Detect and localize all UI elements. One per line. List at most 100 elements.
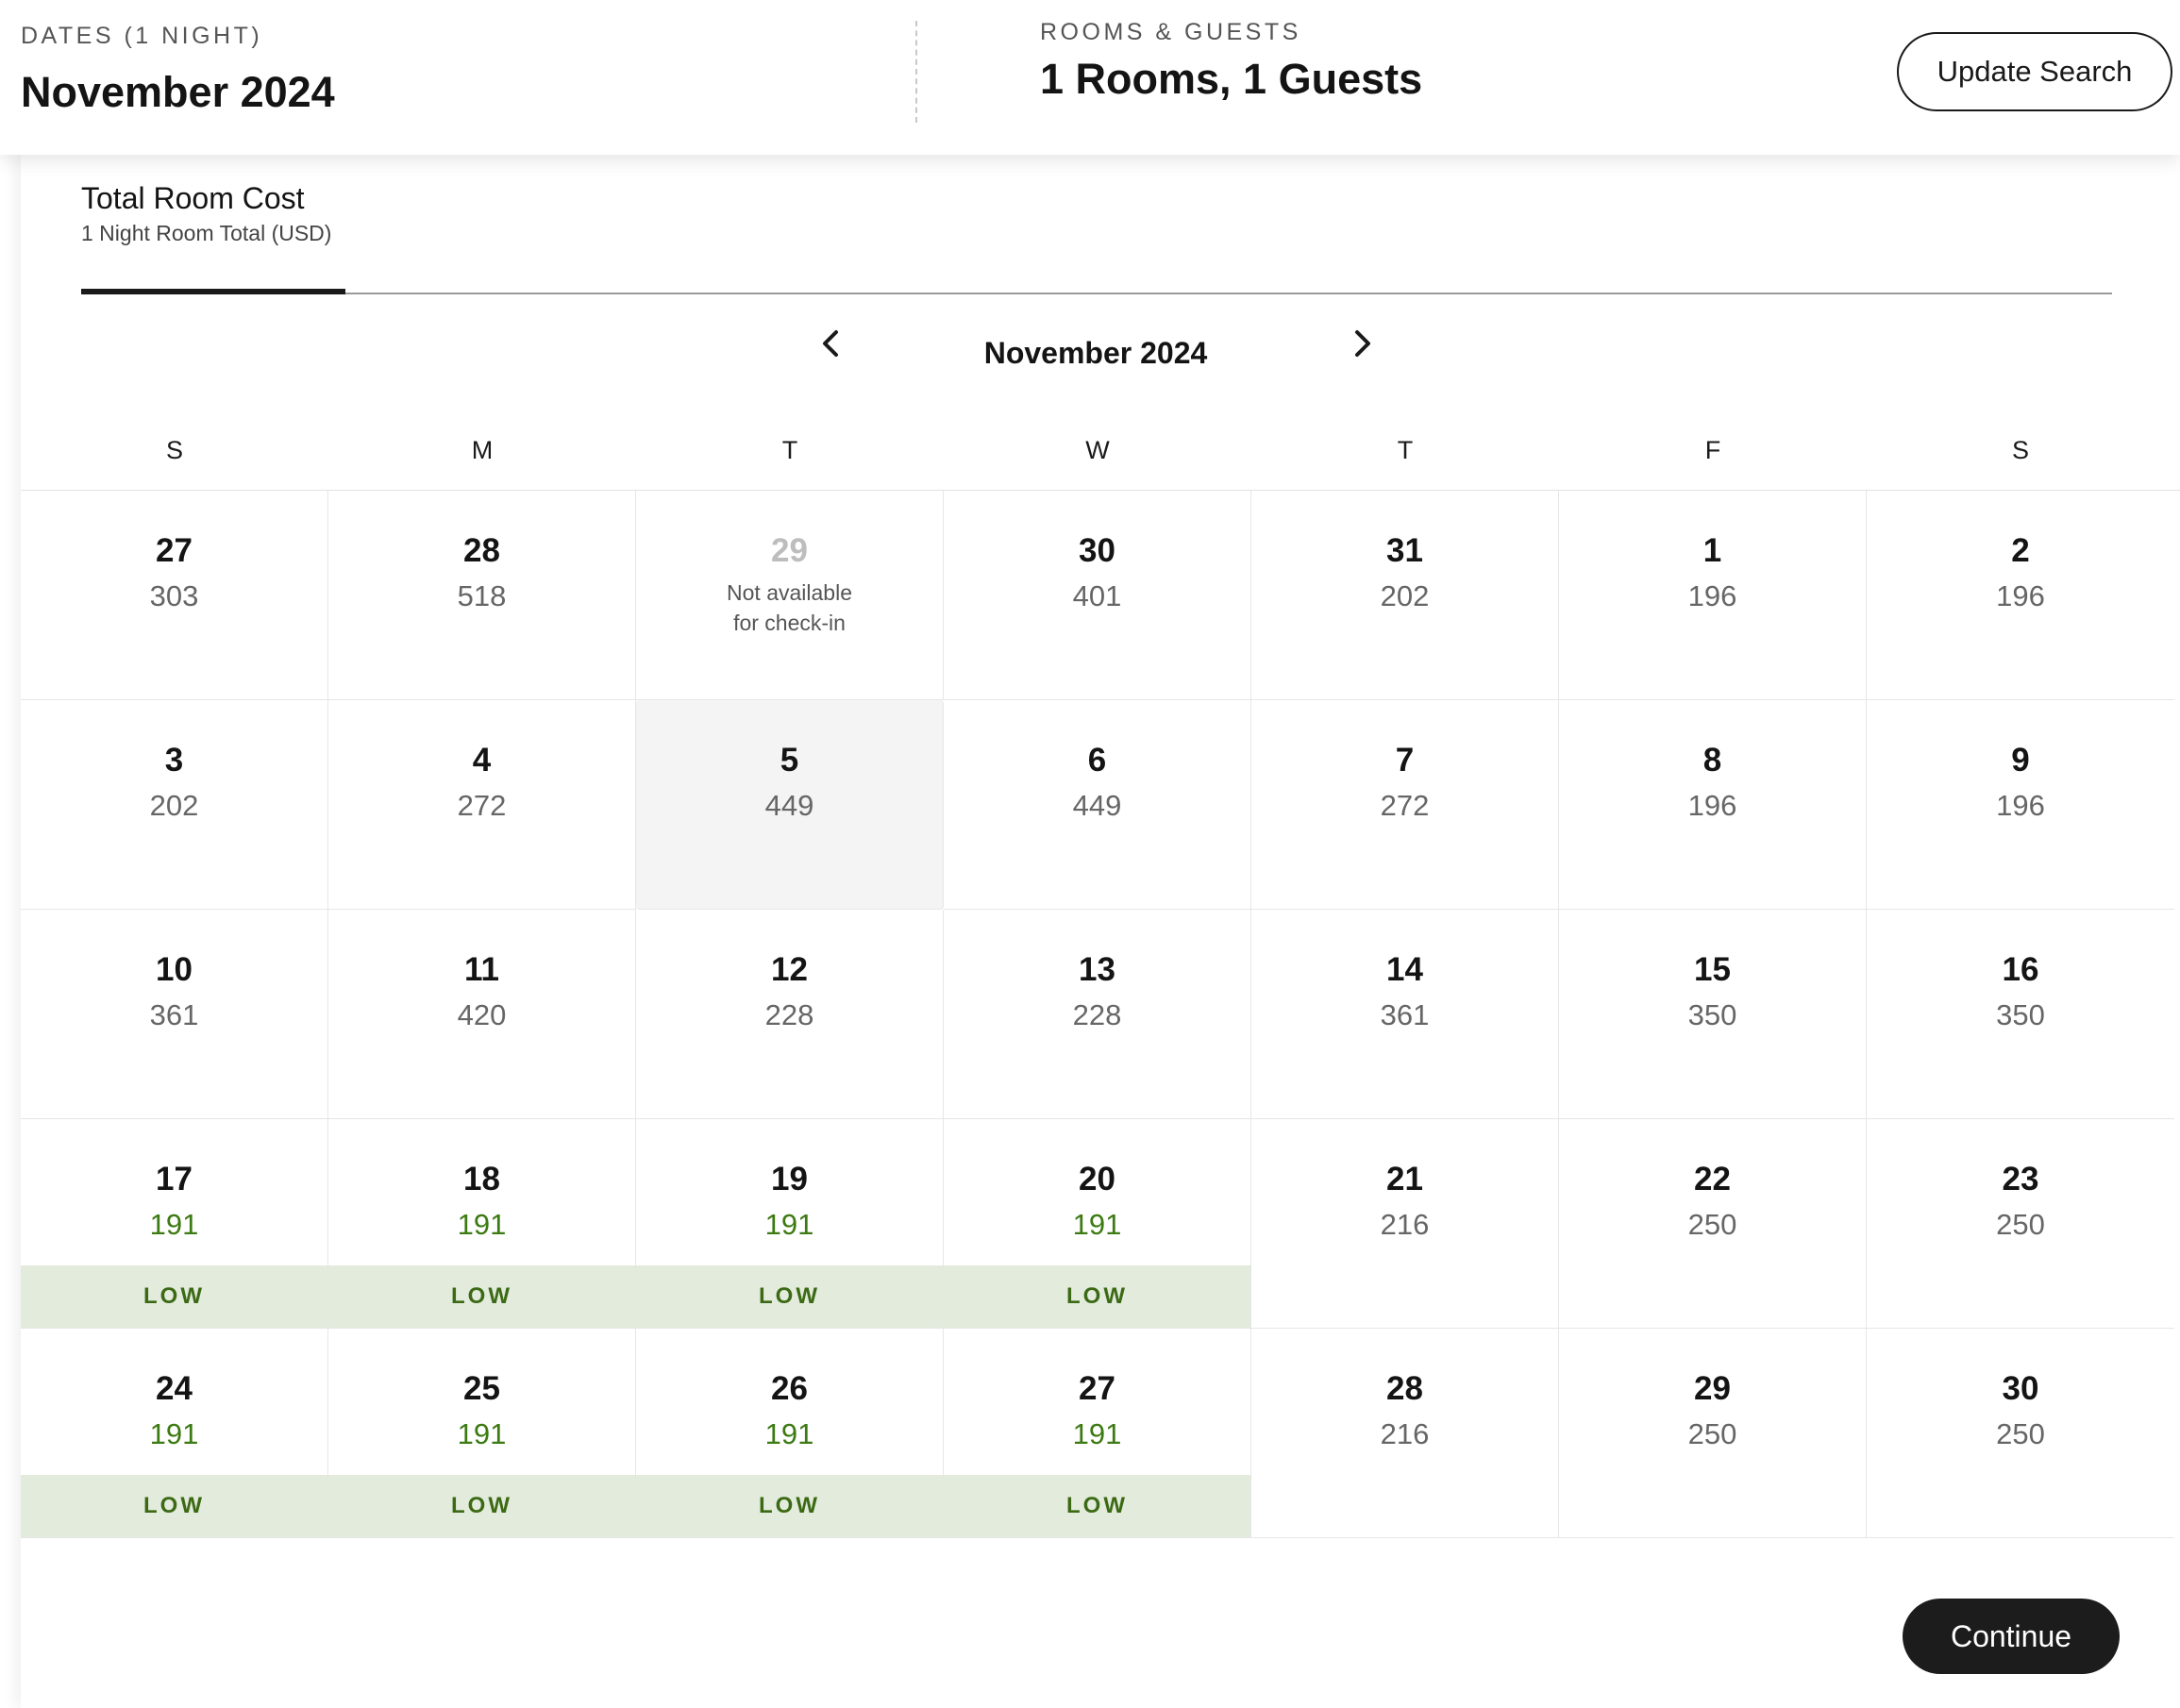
day-price: 191	[1072, 1208, 1122, 1241]
day-price: 401	[1072, 579, 1122, 612]
day-price: 420	[457, 998, 507, 1031]
calendar-day-cell[interactable]: 28 518	[328, 491, 636, 700]
next-month-button[interactable]	[1334, 315, 1391, 372]
tab-total-room-cost[interactable]: Total Room Cost 1 Night Room Total (USD)	[81, 181, 345, 294]
calendar-day-cell[interactable]: 19 191 LOW	[636, 1119, 944, 1329]
chevron-right-icon	[1355, 330, 1370, 357]
calendar-day-cell[interactable]: 6 449	[944, 700, 1251, 910]
day-number: 14	[1386, 951, 1423, 988]
day-number: 17	[156, 1161, 193, 1197]
day-price: 350	[1687, 998, 1737, 1031]
calendar-day-cell[interactable]: 30 401	[944, 491, 1251, 700]
day-price: 191	[764, 1208, 814, 1241]
day-price: 196	[1996, 579, 2045, 612]
calendar-day-cell[interactable]: 8 196	[1559, 700, 1867, 910]
day-price: 196	[1687, 579, 1737, 612]
weekday-label: T	[781, 436, 798, 464]
rate-calendar-panel: Total Room Cost 1 Night Room Total (USD)…	[21, 155, 2180, 1708]
continue-button[interactable]: Continue	[1903, 1599, 2120, 1674]
calendar-day-cell[interactable]: 1 196	[1559, 491, 1867, 700]
day-price: 350	[1996, 998, 2045, 1031]
calendar-day-cell[interactable]: 2 196	[1867, 491, 2174, 700]
low-price-badge: LOW	[636, 1265, 943, 1328]
calendar-day-cell[interactable]: 23 250	[1867, 1119, 2174, 1329]
rooms-guests-value[interactable]: 1 Rooms, 1 Guests	[1040, 55, 1422, 104]
day-price: 202	[149, 789, 199, 822]
day-price: 202	[1380, 579, 1430, 612]
search-summary-bar: DATES (1 NIGHT) November 2024 ROOMS & GU…	[0, 0, 2180, 155]
day-number: 5	[780, 742, 799, 779]
calendar-day-cell[interactable]: 10 361	[21, 910, 328, 1119]
low-price-badge: LOW	[328, 1265, 635, 1328]
calendar-day-cell[interactable]: 17 191 LOW	[21, 1119, 328, 1329]
low-price-badge: LOW	[21, 1265, 327, 1328]
day-price: 250	[1996, 1208, 2045, 1241]
day-price: 272	[1380, 789, 1430, 822]
day-number: 6	[1087, 742, 1107, 779]
day-number: 13	[1079, 951, 1115, 988]
weekday-label: F	[1704, 436, 1721, 464]
calendar-day-cell[interactable]: 11 420	[328, 910, 636, 1119]
update-search-button[interactable]: Update Search	[1897, 32, 2172, 111]
calendar-day-cell[interactable]: 31 202	[1251, 491, 1559, 700]
summary-divider	[915, 21, 917, 123]
day-price: 196	[1687, 789, 1737, 822]
low-price-badge: LOW	[636, 1475, 943, 1537]
month-title: November 2024	[983, 336, 1208, 370]
calendar-day-cell[interactable]: 12 228	[636, 910, 944, 1119]
calendar-day-cell[interactable]: 28 216	[1251, 1329, 1559, 1538]
calendar-day-cell: 29 Not available for check-in	[636, 491, 944, 700]
day-price: 272	[457, 789, 507, 822]
day-price: 216	[1380, 1208, 1430, 1241]
day-number: 28	[1386, 1370, 1423, 1407]
day-price: 228	[764, 998, 814, 1031]
calendar-day-cell[interactable]: 5 449	[636, 700, 944, 910]
cost-tabs: Total Room Cost 1 Night Room Total (USD)	[81, 181, 2112, 294]
day-price: 191	[149, 1208, 199, 1241]
dates-value[interactable]: November 2024	[21, 68, 335, 117]
tab-subtitle: 1 Night Room Total (USD)	[81, 221, 332, 245]
calendar-day-cell[interactable]: 16 350	[1867, 910, 2174, 1119]
calendar-day-cell[interactable]: 25 191 LOW	[328, 1329, 636, 1538]
day-number: 29	[771, 532, 808, 569]
calendar-grid: S M T W T F S 27 303 28 518 29 Not available f…	[21, 430, 2180, 1538]
calendar-day-cell[interactable]: 22 250	[1559, 1119, 1867, 1329]
calendar-day-cell[interactable]: 24 191 LOW	[21, 1329, 328, 1538]
day-number: 3	[164, 742, 184, 779]
month-navigation: November 2024	[21, 315, 2180, 391]
day-number: 12	[771, 951, 808, 988]
day-number: 21	[1386, 1161, 1423, 1197]
day-price: 250	[1996, 1417, 2045, 1450]
calendar-day-cell[interactable]: 14 361	[1251, 910, 1559, 1119]
calendar-day-cell[interactable]: 15 350	[1559, 910, 1867, 1119]
calendar-day-cell[interactable]: 13 228	[944, 910, 1251, 1119]
calendar-day-cell[interactable]: 9 196	[1867, 700, 2174, 910]
day-price: 191	[1072, 1417, 1122, 1450]
calendar-day-cell[interactable]: 27 303	[21, 491, 328, 700]
day-number: 2	[2011, 532, 2030, 569]
calendar-day-cell[interactable]: 29 250	[1559, 1329, 1867, 1538]
calendar-day-cell[interactable]: 18 191 LOW	[328, 1119, 636, 1329]
day-price: 361	[149, 998, 199, 1031]
calendar-day-cell[interactable]: 21 216	[1251, 1119, 1559, 1329]
day-price: 303	[149, 579, 199, 612]
day-price: 228	[1072, 998, 1122, 1031]
availability-note-line: for check-in	[733, 611, 846, 635]
calendar-day-cell[interactable]: 7 272	[1251, 700, 1559, 910]
rooms-guests-label: ROOMS & GUESTS	[1040, 19, 1301, 45]
calendar-day-cell[interactable]: 4 272	[328, 700, 636, 910]
day-number: 11	[464, 951, 499, 988]
day-number: 4	[472, 742, 492, 779]
calendar-day-cell[interactable]: 20 191 LOW	[944, 1119, 1251, 1329]
day-number: 15	[1694, 951, 1731, 988]
calendar-day-cell[interactable]: 27 191 LOW	[944, 1329, 1251, 1538]
availability-note: Not available for check-in	[636, 578, 943, 638]
low-price-badge: LOW	[21, 1475, 327, 1537]
day-number: 27	[1079, 1370, 1115, 1407]
calendar-day-cell[interactable]: 26 191 LOW	[636, 1329, 944, 1538]
calendar-day-cell[interactable]: 30 250	[1867, 1329, 2174, 1538]
calendar-day-cell[interactable]: 3 202	[21, 700, 328, 910]
day-number: 1	[1702, 532, 1722, 569]
day-price: 449	[1072, 789, 1122, 822]
day-number: 30	[1079, 532, 1115, 569]
